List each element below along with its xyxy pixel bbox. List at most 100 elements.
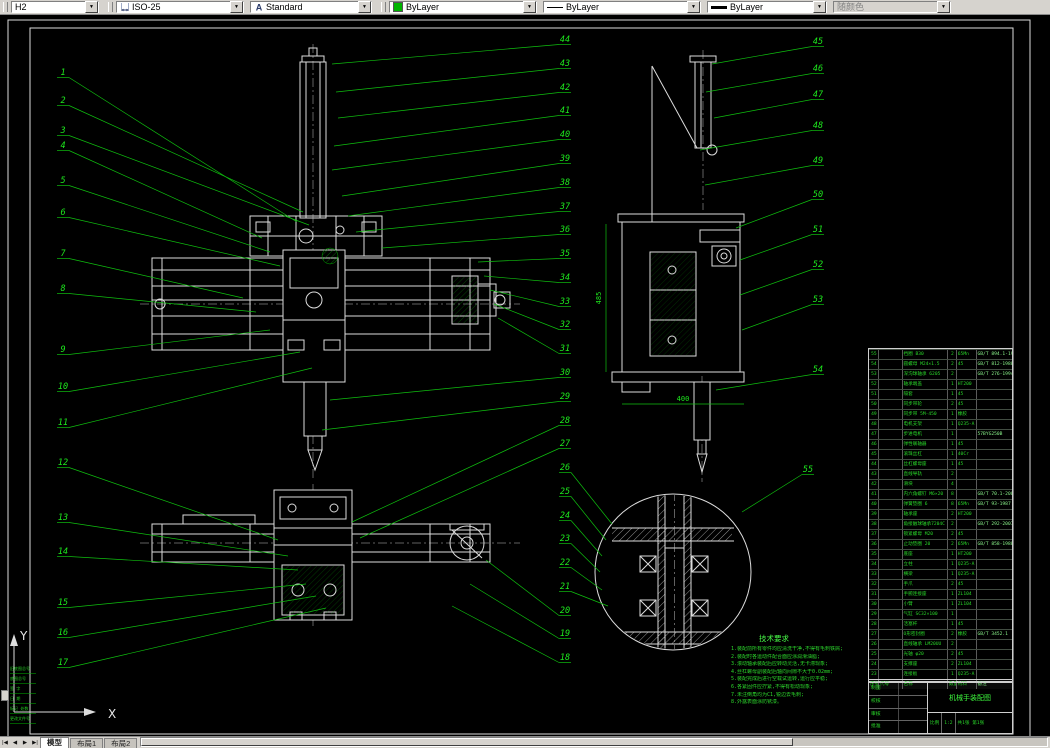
linetype-combo[interactable]: ByLayer ▼: [543, 1, 701, 13]
margin-line: 日 期: [10, 694, 36, 704]
toolbar-grip[interactable]: [108, 2, 113, 12]
horizontal-scrollbar-thumb[interactable]: [141, 738, 794, 746]
svg-text:30: 30: [559, 368, 570, 378]
toolbar-grip[interactable]: [381, 2, 386, 12]
svg-text:5: 5: [60, 176, 65, 186]
parts-table-row: 40 弹簧垫圈 6 8 65Mn GB/T 93-1987: [869, 499, 1012, 509]
front-view: [140, 44, 520, 480]
title-block-row: 制图: [869, 683, 927, 696]
tab-布局2[interactable]: 布局2: [104, 738, 138, 748]
textstyle-combo-value: Standard: [266, 2, 303, 12]
svg-text:11: 11: [58, 418, 68, 428]
parts-table-row: 36 止动垫圈 20 2 65Mn GB/T 858-1988: [869, 539, 1012, 549]
svg-text:26: 26: [560, 463, 570, 473]
svg-text:28: 28: [560, 416, 570, 426]
svg-text:48: 48: [813, 121, 823, 131]
note-line: 5.装配完成后进行空载试运转,运行应平稳;: [731, 676, 829, 683]
layer-combo-arrow-icon[interactable]: ▼: [85, 1, 98, 13]
detail-view: [594, 493, 752, 651]
color-combo-arrow-icon[interactable]: ▼: [523, 1, 536, 13]
parts-table-row: 37 锁紧螺母 M20 2 45: [869, 529, 1012, 539]
drawing-title: 机械手装配图: [928, 683, 1012, 714]
svg-text:23: 23: [560, 534, 570, 544]
svg-text:35: 35: [559, 249, 570, 259]
toolbar-grip[interactable]: [3, 2, 8, 12]
parts-table-row: 31 手腕连接座 1 ZL104: [869, 589, 1012, 599]
textstyle-combo[interactable]: A Standard ▼: [250, 1, 372, 13]
parts-table-row: 45 滚珠丝杠 1 40Cr: [869, 449, 1012, 459]
toolbar: H2 ▼ ISO-25 ▼ A Standard ▼ ByLayer ▼ ByL…: [0, 0, 1050, 15]
parts-table-row: 48 电机支架 1 Q235-A: [869, 419, 1012, 429]
svg-text:40: 40: [560, 130, 570, 140]
svg-text:6: 6: [60, 208, 65, 218]
svg-text:485: 485: [595, 292, 603, 305]
svg-text:33: 33: [559, 297, 570, 307]
command-dock-grip[interactable]: [1, 690, 9, 701]
title-block-row: 批准: [869, 721, 927, 733]
title-block-rows: 制图 校核 审核 批准: [869, 683, 928, 733]
note-line: 8.外露表面涂防锈漆。: [731, 699, 783, 706]
svg-text:25: 25: [560, 487, 570, 497]
parts-table-row: 26 直线轴承 LM20UU 2: [869, 639, 1012, 649]
svg-text:19: 19: [560, 629, 570, 639]
svg-text:41: 41: [560, 106, 570, 116]
plotstyle-combo: 随颜色 ▼: [833, 1, 951, 13]
tab-bar: |◀ ◀ ▶ ▶| 模型 布局1 布局2: [0, 736, 1050, 748]
margin-line: 更改文件号: [10, 714, 36, 724]
parts-table-row: 41内六角螺钉 M6×208GB/T 70.1-2008: [869, 489, 1012, 499]
dimstyle-combo-arrow-icon[interactable]: ▼: [230, 1, 243, 13]
lineweight-icon: [711, 5, 727, 9]
tab-布局1[interactable]: 布局1: [70, 738, 104, 748]
tab-nav-button[interactable]: |◀: [0, 740, 10, 746]
svg-text:45: 45: [813, 37, 823, 47]
svg-text:34: 34: [559, 273, 570, 283]
tab-nav-button[interactable]: ◀: [10, 740, 20, 746]
parts-table-row: 23 连接板 1 Q235-A: [869, 669, 1012, 679]
svg-text:14: 14: [58, 547, 68, 557]
parts-table-row: 52 轴承端盖 1 HT200: [869, 379, 1012, 389]
parts-table-row: 43 直线导轨 2: [869, 469, 1012, 479]
note-line: 2.装配时各运动件配合面应涂润滑油脂;: [731, 653, 821, 660]
svg-text:12: 12: [58, 458, 68, 468]
parts-table-row: 35 底座 1 HT200: [869, 549, 1012, 559]
svg-text:36: 36: [559, 225, 570, 235]
svg-text:32: 32: [559, 320, 570, 330]
layer-combo[interactable]: H2 ▼: [11, 1, 99, 13]
lineweight-combo[interactable]: ByLayer ▼: [707, 1, 827, 13]
svg-text:42: 42: [560, 83, 570, 93]
color-combo-value: ByLayer: [406, 2, 440, 12]
svg-text:1: 1: [60, 68, 65, 78]
svg-text:3: 3: [59, 126, 65, 136]
svg-text:9: 9: [60, 345, 65, 355]
color-swatch-icon: [393, 2, 403, 12]
linetype-combo-arrow-icon[interactable]: ▼: [687, 1, 700, 13]
plotstyle-combo-arrow-icon: ▼: [937, 1, 950, 13]
horizontal-scrollbar[interactable]: [140, 737, 1048, 747]
tab-nav-button[interactable]: ▶: [20, 740, 30, 746]
textstyle-combo-arrow-icon[interactable]: ▼: [358, 1, 371, 13]
layout-tabs: 模型 布局1 布局2: [40, 737, 138, 748]
tab-nav-buttons: |◀ ◀ ▶ ▶|: [0, 737, 40, 748]
parts-table-row: 55挡圈 B30265MnGB/T 894.1-1986: [869, 349, 1012, 359]
color-combo[interactable]: ByLayer ▼: [389, 1, 537, 13]
note-line: 6.各紧固件应拧紧,不得有松动现象;: [731, 683, 814, 690]
svg-text:21: 21: [560, 582, 570, 592]
title-block-row: 校核: [869, 695, 927, 709]
svg-text:44: 44: [560, 35, 570, 45]
tab-nav-button[interactable]: ▶|: [30, 740, 40, 746]
parts-table-row: 24 支撑座 2 ZL104: [869, 659, 1012, 669]
tab-模型[interactable]: 模型: [40, 737, 69, 748]
ucs-x-label: X: [108, 707, 116, 721]
parts-table-row: 38 角接触球轴承7204C 2 GB/T 292-2007: [869, 519, 1012, 529]
svg-text:13: 13: [58, 513, 68, 523]
svg-text:43: 43: [560, 59, 570, 69]
dimstyle-combo[interactable]: ISO-25 ▼: [116, 1, 244, 13]
sheet-count: 共1张 第1张: [957, 721, 985, 727]
margin-line: 旧底图总号: [10, 664, 36, 674]
layer-combo-value: H2: [15, 2, 27, 12]
parts-table-row: 27 O形密封圈 2 橡胶 GB/T 3452.1: [869, 629, 1012, 639]
notes-title: 技术要求: [759, 634, 789, 643]
svg-text:4: 4: [60, 141, 65, 151]
lineweight-combo-arrow-icon[interactable]: ▼: [813, 1, 826, 13]
svg-text:16: 16: [58, 628, 68, 638]
